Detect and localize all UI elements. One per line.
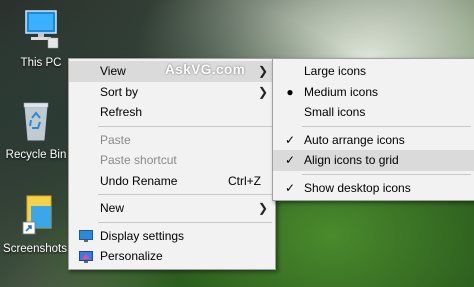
desktop-icon-label: Screenshots — [3, 243, 67, 255]
checkmark-icon: ✓ — [284, 180, 296, 195]
menu-item-label: Medium icons — [304, 84, 379, 99]
desktop-icon-label: Recycle Bin — [5, 149, 67, 161]
display-settings-icon — [79, 226, 93, 247]
personalize-icon — [79, 246, 93, 267]
menu-item-label: Auto arrange icons — [304, 132, 405, 147]
submenu-item-medium-icons[interactable]: ● Medium icons — [273, 82, 474, 103]
this-pc-icon — [25, 10, 59, 49]
radio-bullet-icon: ● — [286, 84, 294, 99]
menu-separator — [98, 194, 272, 195]
view-submenu: Large icons ● Medium icons Small icons ✓… — [272, 58, 474, 201]
menu-item-undo-rename[interactable]: Undo Rename Ctrl+Z — [69, 171, 275, 192]
submenu-item-auto-arrange[interactable]: ✓ Auto arrange icons — [273, 130, 474, 151]
watermark: AskVG.com — [165, 62, 246, 77]
menu-item-label: Align icons to grid — [304, 153, 399, 167]
menu-item-label: Personalize — [100, 249, 163, 263]
menu-item-label: Paste — [100, 132, 131, 147]
chevron-right-icon: ❯ — [257, 84, 268, 99]
desktop-icon-this-pc[interactable]: This PC — [6, 8, 76, 69]
menu-item-new[interactable]: New ❯ — [69, 198, 275, 219]
chevron-right-icon: ❯ — [257, 201, 268, 215]
menu-item-label: View — [100, 64, 126, 78]
submenu-item-show-desktop-icons[interactable]: ✓ Show desktop icons — [273, 178, 474, 199]
submenu-item-align-grid[interactable]: ✓ Align icons to grid — [273, 150, 474, 171]
menu-item-label: Show desktop icons — [304, 180, 411, 195]
menu-item-label: Paste shortcut — [100, 153, 177, 167]
checkmark-icon: ✓ — [284, 153, 296, 167]
menu-item-label: Display settings — [100, 228, 185, 243]
chevron-right-icon: ❯ — [257, 64, 268, 78]
menu-separator — [98, 221, 272, 223]
desktop-icon-recycle-bin[interactable]: Recycle Bin — [1, 100, 71, 161]
menu-item-label: Large icons — [304, 64, 367, 78]
desktop-icon-screenshots[interactable]: Screenshots — [0, 192, 70, 255]
menu-item-personalize[interactable]: Personalize — [69, 246, 275, 267]
menu-item-paste-shortcut: Paste shortcut — [69, 150, 275, 171]
menu-separator — [98, 125, 272, 127]
submenu-item-small-icons[interactable]: Small icons — [273, 102, 474, 123]
menu-item-sort-by[interactable]: Sort by ❯ — [69, 82, 275, 103]
menu-item-display-settings[interactable]: Display settings — [69, 226, 275, 247]
recycle-bin-icon — [23, 102, 49, 141]
folder-icon — [22, 195, 52, 235]
menu-separator — [302, 125, 471, 127]
keyboard-shortcut: Ctrl+Z — [228, 173, 261, 188]
desktop-context-menu: View ❯ Sort by ❯ Refresh Paste Paste sho… — [68, 58, 276, 270]
menu-separator — [302, 173, 471, 175]
desktop-icon-label: This PC — [20, 57, 62, 69]
menu-item-label: Sort by — [100, 84, 139, 99]
menu-item-label: Refresh — [100, 105, 143, 119]
menu-item-paste: Paste — [69, 130, 275, 151]
menu-item-label: New — [100, 201, 125, 215]
submenu-item-large-icons[interactable]: Large icons — [273, 61, 474, 82]
checkmark-icon: ✓ — [284, 132, 296, 147]
menu-item-refresh[interactable]: Refresh — [69, 102, 275, 123]
menu-item-label: Small icons — [304, 105, 366, 119]
menu-item-label: Undo Rename — [100, 173, 178, 188]
